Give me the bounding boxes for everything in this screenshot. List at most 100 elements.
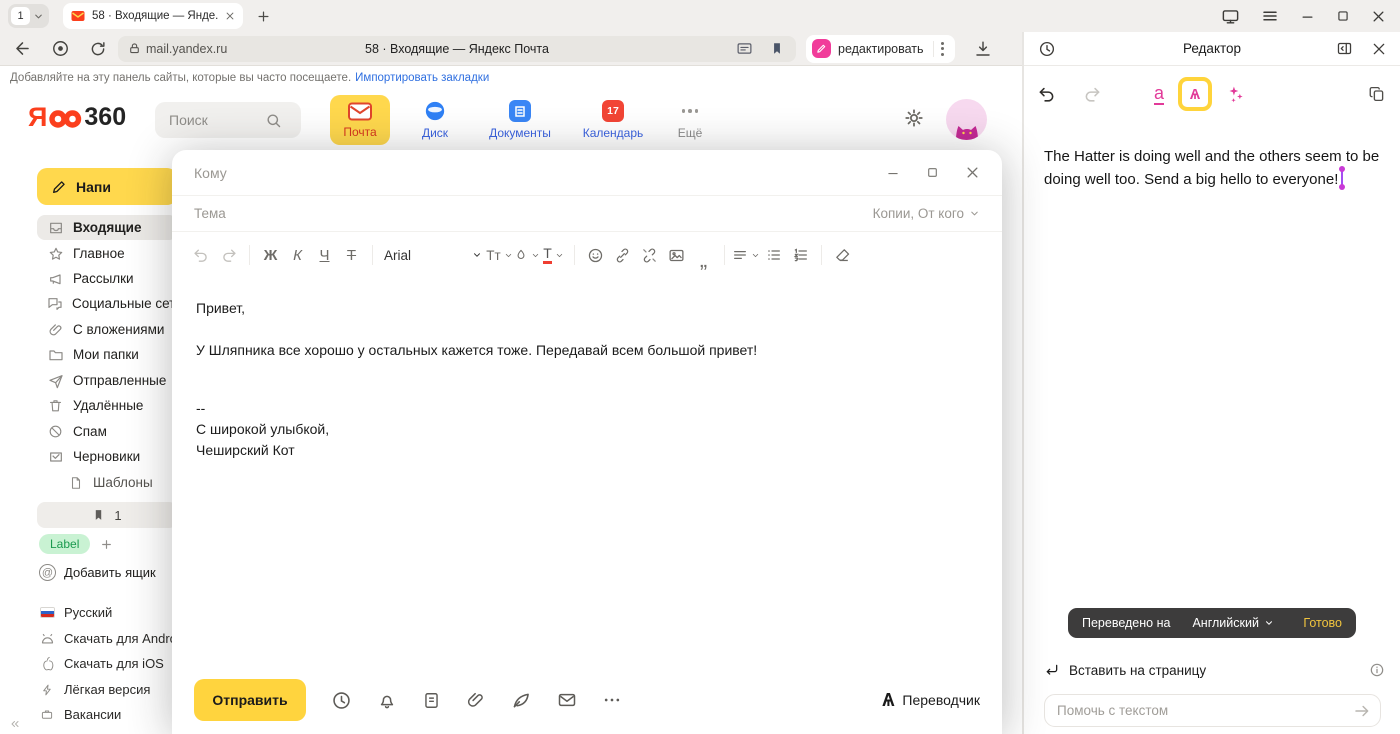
folder-inbox[interactable]: Входящие [37, 215, 177, 240]
add-label-icon[interactable] [100, 538, 113, 551]
bold-button[interactable]: Ж [257, 242, 284, 269]
attach-file-icon[interactable] [466, 690, 486, 710]
label-tag[interactable]: Label [39, 534, 90, 554]
mail-page-icon[interactable] [736, 40, 753, 57]
ai-sparkles-icon[interactable] [1226, 85, 1245, 104]
menu-icon[interactable] [1261, 7, 1279, 25]
folder-my-folders[interactable]: Мои папки [37, 342, 177, 367]
address-bar[interactable]: mail.yandex.ru 58 · Входящие — Яндекс По… [118, 36, 796, 62]
browser-tab[interactable]: 58 · Входящие — Янде... [63, 3, 243, 29]
detach-panel-icon[interactable] [1336, 40, 1353, 57]
quote-icon[interactable]: „ [690, 242, 717, 269]
folder-social[interactable]: Социальные сети [37, 291, 177, 316]
reminder-bell-icon[interactable] [377, 690, 397, 710]
edit-mode-button[interactable]: редактировать [806, 35, 955, 63]
strikethrough-button[interactable]: Т [338, 242, 365, 269]
edit-options-icon[interactable] [934, 38, 952, 60]
redo-icon[interactable] [215, 242, 242, 269]
alice-assistant-icon[interactable] [46, 35, 74, 63]
service-mail[interactable]: Почта [330, 95, 390, 145]
folder-templates[interactable]: Шаблоны [37, 470, 177, 495]
new-tab-button[interactable] [256, 9, 271, 24]
translated-text[interactable]: The Hatter is doing well and the others … [1024, 122, 1400, 191]
font-size-select[interactable]: Тт [486, 242, 513, 269]
yandex-360-logo[interactable]: Я 360 [28, 104, 126, 131]
text-color-select[interactable]: Т [540, 242, 567, 269]
template-icon[interactable] [422, 691, 441, 710]
italic-button[interactable]: К [284, 242, 311, 269]
mail-search[interactable] [155, 102, 301, 138]
insert-to-page-label[interactable]: Вставить на страницу [1069, 663, 1206, 678]
minimize-window-icon[interactable] [1300, 9, 1315, 24]
schedule-send-icon[interactable] [331, 690, 352, 711]
downloads-icon[interactable] [969, 35, 997, 63]
folder-sent[interactable]: Отправленные [37, 368, 177, 393]
font-family-select[interactable]: Arial [380, 248, 486, 263]
ai-prompt-field[interactable] [1044, 694, 1381, 727]
folder-attachments[interactable]: С вложениями [37, 317, 177, 342]
cc-from-toggle[interactable]: Копии, От кого [873, 206, 980, 221]
tab-group-chip[interactable]: 1 [8, 4, 49, 28]
service-docs[interactable]: Документы [480, 95, 560, 145]
service-disk[interactable]: Диск [407, 95, 463, 145]
link-icon[interactable] [609, 242, 636, 269]
signature-pen-icon[interactable] [511, 690, 532, 711]
subject-field[interactable]: Тема Копии, От кого [172, 196, 1002, 232]
tab-close-icon[interactable] [225, 11, 235, 21]
unlink-icon[interactable] [636, 242, 663, 269]
bookmarks-filter[interactable]: 1 [37, 502, 177, 528]
language-select[interactable]: Английский [1192, 616, 1273, 630]
close-compose-icon[interactable] [965, 165, 980, 180]
settings-gear-icon[interactable] [903, 107, 925, 129]
message-body[interactable]: Привет, У Шляпника все хорошо у остальны… [172, 278, 1002, 461]
bullet-list-icon[interactable] [760, 242, 787, 269]
underline-button[interactable]: Ч [311, 242, 338, 269]
lite-version-link[interactable]: Лёгкая версия [39, 682, 150, 697]
minimize-compose-icon[interactable] [886, 166, 900, 180]
translate-tool-highlight[interactable]: Ѧ [1178, 77, 1212, 111]
info-icon[interactable] [1369, 662, 1385, 678]
refresh-icon[interactable] [84, 35, 112, 63]
folder-spam[interactable]: Спам [37, 419, 177, 444]
bookmark-flag-icon[interactable] [770, 41, 784, 56]
devices-icon[interactable] [1221, 7, 1240, 26]
submit-arrow-icon[interactable] [1353, 702, 1371, 720]
download-android-link[interactable]: Скачать для Andro [39, 631, 177, 646]
sidebar-collapse-icon[interactable] [8, 718, 22, 730]
undo-icon[interactable] [188, 242, 215, 269]
add-mailbox-button[interactable]: @ Добавить ящик [39, 564, 156, 581]
send-button[interactable]: Отправить [194, 679, 306, 721]
close-panel-icon[interactable] [1371, 41, 1387, 57]
numbered-list-icon[interactable] [787, 242, 814, 269]
service-calendar[interactable]: 17 Календарь [577, 95, 649, 145]
align-select[interactable] [732, 242, 760, 269]
folder-newsletters[interactable]: Рассылки [37, 266, 177, 291]
compose-button[interactable]: Напи [37, 168, 177, 205]
translator-button[interactable]: Ѧ Переводчик [882, 691, 980, 709]
folder-deleted[interactable]: Удалённые [37, 393, 177, 418]
emoji-icon[interactable] [582, 242, 609, 269]
vacancies-link[interactable]: Вакансии [39, 707, 121, 722]
back-icon[interactable] [8, 35, 36, 63]
rewrite-icon[interactable]: a [1154, 84, 1164, 105]
to-field[interactable]: Кому [172, 150, 1002, 196]
editor-undo-icon[interactable] [1038, 85, 1057, 104]
close-window-icon[interactable] [1371, 9, 1386, 24]
expand-compose-icon[interactable] [926, 166, 939, 179]
maximize-window-icon[interactable] [1336, 9, 1350, 23]
search-input[interactable] [169, 112, 265, 128]
copy-text-icon[interactable] [1368, 85, 1386, 103]
folder-drafts[interactable]: Черновики [37, 444, 177, 469]
highlight-color-select[interactable] [513, 242, 540, 269]
editor-redo-icon[interactable] [1082, 85, 1101, 104]
import-bookmarks-link[interactable]: Импортировать закладки [355, 72, 489, 84]
ssl-lock-icon[interactable] [128, 42, 141, 55]
clear-formatting-icon[interactable] [829, 242, 856, 269]
language-link[interactable]: Русский [39, 605, 112, 620]
service-more[interactable]: Ещё [666, 95, 714, 145]
user-avatar[interactable] [946, 99, 987, 140]
copy-to-self-icon[interactable] [557, 690, 577, 710]
ai-prompt-input[interactable] [1057, 703, 1353, 718]
insert-image-icon[interactable] [663, 242, 690, 269]
folder-important[interactable]: Главное [37, 241, 177, 266]
